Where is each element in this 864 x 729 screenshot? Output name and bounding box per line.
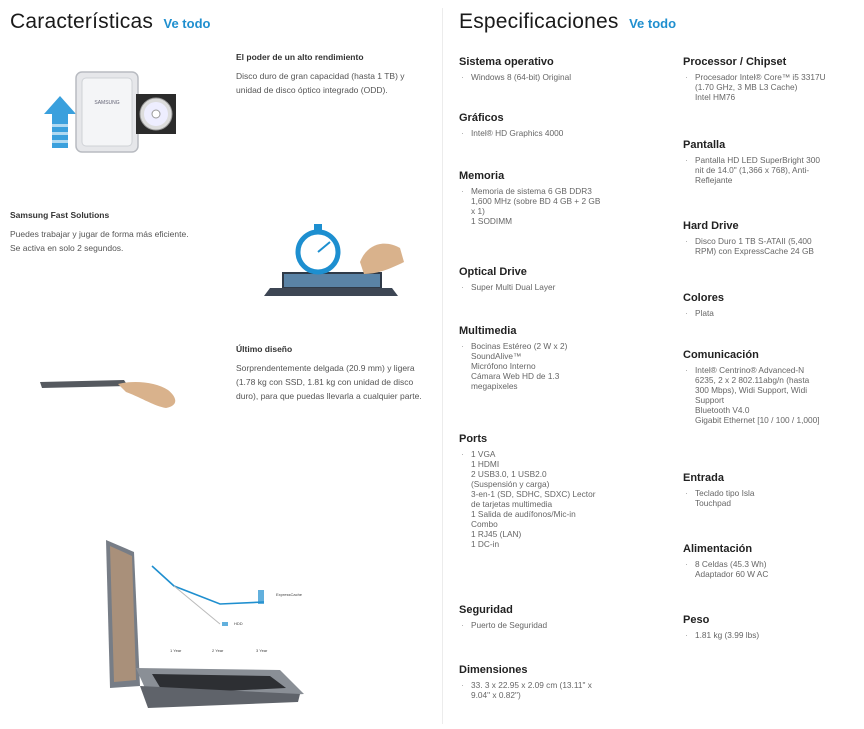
hand-icon [360,243,404,274]
features-view-all-link[interactable]: Ve todo [164,16,211,31]
specs-view-all-link[interactable]: Ve todo [629,16,676,31]
feature-title: Último diseño [236,344,293,354]
spec-item-processor: Processor / Chipset Procesador Intel® Co… [683,56,861,102]
spec-item-graphics: Gráficos Intel® HD Graphics 4000 [459,112,644,138]
svg-text:HDD: HDD [234,621,243,626]
spec-label: Ports [459,433,488,445]
spec-value: Puerto de Seguridad [459,620,644,630]
spec-item-optical-drive: Optical Drive Super Multi Dual Layer [459,266,644,292]
spec-label: Entrada [683,472,724,484]
svg-text:3 Year: 3 Year [256,648,268,653]
spec-value: Intel® Centrino® Advanced-N 6235, 2 x 2 … [683,365,861,425]
spec-item-communication: Comunicación Intel® Centrino® Advanced-N… [683,349,861,425]
svg-text:ExpressCache: ExpressCache [276,592,303,597]
feature-fast-solutions: Samsung Fast Solutions Puedes trabajar y… [10,210,200,255]
feature-description: Disco duro de gran capacidad (hasta 1 TB… [236,71,405,95]
spec-item-colors: Colores Plata [683,292,861,318]
feature-performance: El poder de un alto rendimiento Disco du… [236,52,421,97]
features-header: Características Ve todo [10,10,210,34]
spec-value: Plata [683,308,861,318]
feature-title: El poder de un alto rendimiento [236,52,364,62]
spec-label: Sistema operativo [459,56,554,68]
spec-value: 8 Celdas (45.3 Wh) Adaptador 60 W AC [683,559,861,579]
spec-label: Pantalla [683,139,726,151]
spec-label: Colores [683,292,724,304]
svg-text:1 Year: 1 Year [170,648,182,653]
spec-value: Procesador Intel® Core™ i5 3317U (1.70 G… [683,72,861,102]
spec-value: Pantalla HD LED SuperBright 300 nit de 1… [683,155,861,185]
spec-item-power: Alimentación 8 Celdas (45.3 Wh) Adaptado… [683,543,861,579]
spec-label: Multimedia [459,325,517,337]
spec-value: Super Multi Dual Layer [459,282,644,292]
laptop-chart-image: ExpressCache HDD 1 Year 2 Year 3 Year [100,536,310,714]
spec-value: 33. 3 x 22.95 x 2.09 cm (13.11" x 9.04" … [459,680,644,700]
spec-value: 1 VGA 1 HDMI 2 USB3.0, 1 USB2.0 (Suspens… [459,449,644,549]
spec-label: Memoria [459,170,505,182]
spec-value: 1.81 kg (3.99 lbs) [683,630,861,640]
spec-label: Alimentación [683,543,753,555]
spec-item-weight: Peso 1.81 kg (3.99 lbs) [683,614,861,640]
spec-item-display: Pantalla Pantalla HD LED SuperBright 300… [683,139,861,185]
spec-value: Bocinas Estéreo (2 W x 2) SoundAlive™ Mi… [459,341,644,391]
spec-item-ports: Ports 1 VGA 1 HDMI 2 USB3.0, 1 USB2.0 (S… [459,433,644,549]
spec-value: Windows 8 (64-bit) Original [459,72,644,82]
spec-item-multimedia: Multimedia Bocinas Estéreo (2 W x 2) Sou… [459,325,644,391]
spec-item-input: Entrada Teclado tipo Isla Touchpad [683,472,861,508]
spec-label: Comunicación [683,349,759,361]
spec-label: Seguridad [459,604,513,616]
spec-item-memory: Memoria Memoria de sistema 6 GB DDR3 1,6… [459,170,644,226]
svg-text:2 Year: 2 Year [212,648,224,653]
spec-value: Intel® HD Graphics 4000 [459,128,644,138]
slim-laptop-image [38,376,184,412]
svg-text:SAMSUNG: SAMSUNG [94,100,119,106]
specs-header: Especificaciones Ve todo [459,10,676,34]
chart-line [151,565,265,605]
spec-label: Dimensiones [459,664,528,676]
spec-label: Optical Drive [459,266,527,278]
spec-label: Processor / Chipset [683,56,787,68]
spec-item-dimensions: Dimensiones 33. 3 x 22.95 x 2.09 cm (13.… [459,664,644,700]
spec-item-hard-drive: Hard Drive Disco Duro 1 TB S-ATAII (5,40… [683,220,861,256]
spec-label: Hard Drive [683,220,739,232]
spec-label: Gráficos [459,112,504,124]
spec-item-os: Sistema operativo Windows 8 (64-bit) Ori… [459,56,644,82]
spec-item-security: Seguridad Puerto de Seguridad [459,604,644,630]
column-divider [442,8,443,724]
hdd-odd-image: SAMSUNG [36,66,186,158]
spec-value: Teclado tipo Isla Touchpad [683,488,861,508]
feature-description: Sorprendentemente delgada (20.9 mm) y li… [236,363,422,401]
spec-label: Peso [683,614,710,626]
feature-description: Puedes trabajar y jugar de forma más efi… [10,229,189,253]
spec-value: Memoria de sistema 6 GB DDR3 1,600 MHz (… [459,186,644,226]
specs-title: Especificaciones [459,10,619,33]
spec-value: Disco Duro 1 TB S-ATAII (5,400 RPM) con … [683,236,861,256]
features-title: Características [10,10,154,33]
hand-icon [118,382,176,408]
feature-title: Samsung Fast Solutions [10,210,110,220]
feature-design: Último diseño Sorprendentemente delgada … [236,344,428,403]
fast-start-image [260,222,410,302]
